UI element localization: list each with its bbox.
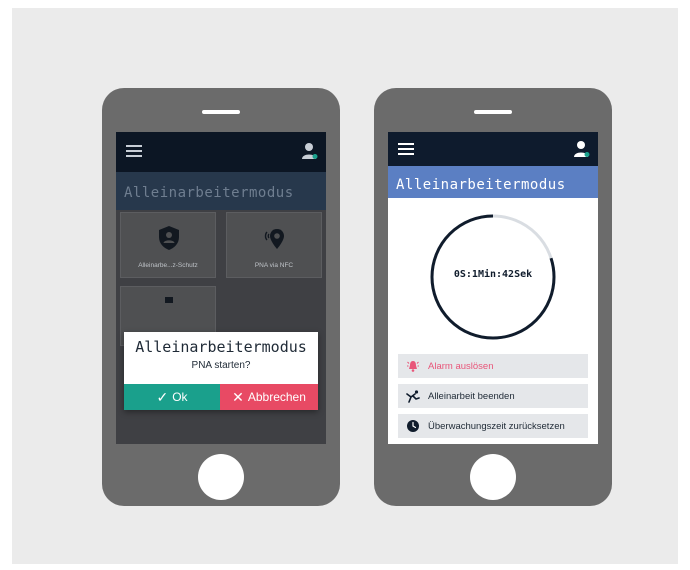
dialog-buttons: ✓ Ok ✕ Abbrechen [124,384,318,410]
tile-label: Alleinarbe...z-Schutz [138,262,198,269]
hamburger-menu-icon[interactable] [126,145,142,157]
page-title: Alleinarbeitermodus [396,177,566,193]
checkmark-icon: ✓ [156,389,169,405]
cancel-button[interactable]: ✕ Abbrechen [220,384,318,410]
countdown-timer: 0S:1Min:42Sek [428,212,558,342]
nfc-location-icon [264,229,284,249]
user-icon[interactable] [302,142,318,160]
home-button[interactable] [470,454,516,500]
phone-right: Alleinarbeitermodus 0S:1Min:42Sek Alarm … [374,88,612,506]
user-icon[interactable] [574,140,590,158]
dialog-title: Alleinarbeitermodus [135,338,307,356]
action-label: Alarm auslösen [428,360,494,372]
ok-button-label: Ok [172,390,188,404]
page-title-bar: Alleinarbeitermodus [388,166,598,198]
trigger-alarm-button[interactable]: Alarm auslösen [398,354,588,378]
lamp-icon [165,297,173,303]
cancel-button-label: Abbrechen [247,390,306,404]
tile-lone-worker-protection[interactable]: Alleinarbe...z-Schutz [120,212,216,278]
reset-monitoring-time-button[interactable]: Überwachungszeit zurücksetzen [398,414,588,438]
tile-pna-nfc[interactable]: PNA via NFC [226,212,322,278]
clock-reset-icon [407,420,419,432]
shield-person-icon [159,226,179,250]
person-running-icon [406,390,420,403]
action-label: Überwachungszeit zurücksetzen [428,420,565,432]
action-label: Alleinarbeit beenden [428,390,515,402]
start-pna-dialog: Alleinarbeitermodus PNA starten? ✓ Ok ✕ … [124,332,318,410]
home-button[interactable] [198,454,244,500]
screen-right: Alleinarbeitermodus 0S:1Min:42Sek Alarm … [388,132,598,444]
tile-grid: Alleinarbe...z-Schutz PNA via NFC Allein… [116,210,326,444]
screen-left: Alleinarbeitermodus Alleinarbe...z-Schut… [116,132,326,444]
ok-button[interactable]: ✓ Ok [124,384,220,410]
phone-left: Alleinarbeitermodus Alleinarbe...z-Schut… [102,88,340,506]
phone-speaker [202,110,240,114]
top-navbar [116,132,326,172]
alarm-bell-icon [407,361,419,372]
close-icon: ✕ [232,389,244,405]
end-lone-work-button[interactable]: Alleinarbeit beenden [398,384,588,408]
hamburger-menu-icon[interactable] [398,143,414,155]
page-title: Alleinarbeitermodus [124,185,294,201]
top-navbar [388,132,598,166]
dialog-message: PNA starten? [191,360,251,371]
timer-value: 0S:1Min:42Sek [453,269,533,280]
tile-label: PNA via NFC [254,262,294,269]
background-panel: Alleinarbeitermodus Alleinarbe...z-Schut… [12,8,678,564]
phone-speaker [474,110,512,114]
page-title-bar: Alleinarbeitermodus [116,172,326,210]
